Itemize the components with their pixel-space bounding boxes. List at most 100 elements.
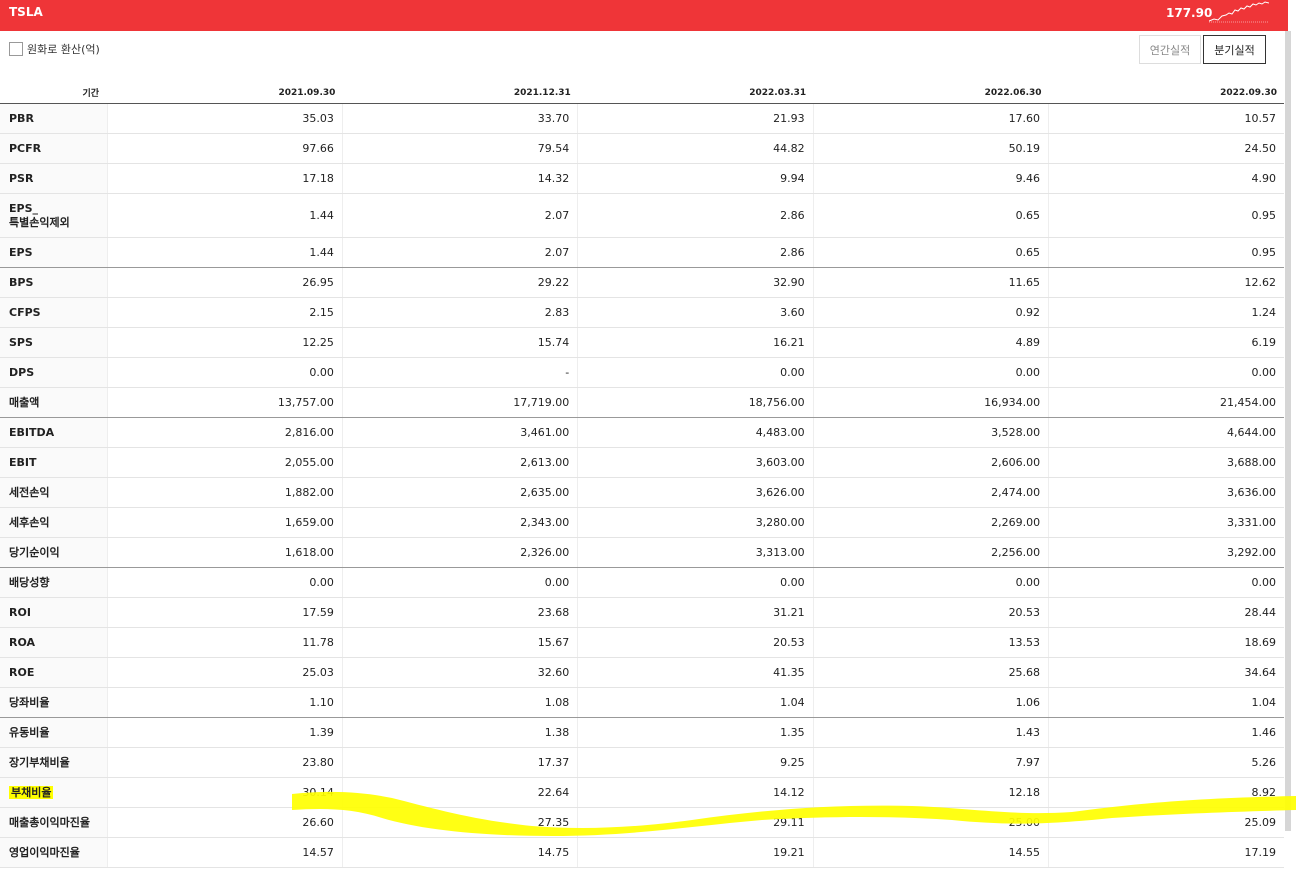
table-row: PBR 35.03 33.70 21.93 17.60 10.57 xyxy=(0,103,1284,134)
value-cell: 17.18 xyxy=(106,163,343,194)
value-cell: 30.14 xyxy=(106,777,343,808)
row-label-text: SPS xyxy=(9,335,33,349)
value-cell: 0.92 xyxy=(812,297,1049,328)
current-price: 177.90 xyxy=(1166,6,1213,20)
value-cell: 0.00 xyxy=(341,567,578,598)
value-cell: 1,618.00 xyxy=(106,537,343,568)
krw-convert-option[interactable]: 원화로 환산(억) xyxy=(9,41,100,57)
value-cell: 12.62 xyxy=(1048,267,1284,298)
table-row: EPS_ 특별손익제외 1.44 2.07 2.86 0.65 0.95 xyxy=(0,193,1284,238)
row-label-text: ROA xyxy=(9,635,36,649)
value-cell: 1.08 xyxy=(341,687,578,718)
row-label-text: ROI xyxy=(9,605,31,619)
value-cell: 23.80 xyxy=(106,747,343,778)
value-cell: 1,882.00 xyxy=(106,477,343,508)
row-label: ROI xyxy=(0,597,107,628)
table-row: PCFR 97.66 79.54 44.82 50.19 24.50 xyxy=(0,133,1284,164)
value-cell: 27.35 xyxy=(341,807,578,838)
value-cell: 25.03 xyxy=(106,657,343,688)
ticker-symbol[interactable]: TSLA xyxy=(9,5,43,19)
value-cell: 17.37 xyxy=(341,747,578,778)
value-cell: 29.11 xyxy=(577,807,814,838)
value-cell: 0.65 xyxy=(812,237,1049,268)
value-cell: 19.21 xyxy=(577,837,814,868)
value-cell: 15.74 xyxy=(341,327,578,358)
value-cell: 4,483.00 xyxy=(577,417,814,448)
ticker-header-bar: TSLA 177.90 xyxy=(0,0,1288,31)
period-header: 기간 xyxy=(0,82,107,104)
row-label: 영업이익마진율 xyxy=(0,837,107,868)
vertical-scrollbar[interactable] xyxy=(1284,31,1296,876)
row-label: 세전손익 xyxy=(0,477,107,508)
row-label: ROE xyxy=(0,657,107,688)
row-label: PBR xyxy=(0,103,107,134)
row-label-text: PBR xyxy=(9,111,34,125)
value-cell: 79.54 xyxy=(341,133,578,164)
krw-convert-checkbox[interactable] xyxy=(9,42,23,56)
row-label: EPS_ 특별손익제외 xyxy=(0,193,107,238)
row-label: EBITDA xyxy=(0,417,107,448)
value-cell: 20.53 xyxy=(812,597,1049,628)
value-cell: 2,606.00 xyxy=(812,447,1049,478)
value-cell: 3,626.00 xyxy=(577,477,814,508)
row-label: ROA xyxy=(0,627,107,658)
row-label-text: BPS xyxy=(9,275,34,289)
value-cell: 22.64 xyxy=(341,777,578,808)
value-cell: 26.60 xyxy=(106,807,343,838)
value-cell: 6.19 xyxy=(1048,327,1284,358)
value-cell: 1.43 xyxy=(812,717,1049,748)
value-cell: 4,644.00 xyxy=(1048,417,1284,448)
value-cell: 9.94 xyxy=(577,163,814,194)
value-cell: 14.32 xyxy=(341,163,578,194)
value-cell: 35.03 xyxy=(106,103,343,134)
row-label: DPS xyxy=(0,357,107,388)
value-cell: 5.26 xyxy=(1048,747,1284,778)
value-cell: 50.19 xyxy=(812,133,1049,164)
value-cell: 1.10 xyxy=(106,687,343,718)
value-cell: 3,688.00 xyxy=(1048,447,1284,478)
value-cell: 12.18 xyxy=(812,777,1049,808)
value-cell: 15.67 xyxy=(341,627,578,658)
period-column-header: 2021.09.30 xyxy=(107,82,343,104)
value-cell: 0.00 xyxy=(812,567,1049,598)
row-label: 장기부채비율 xyxy=(0,747,107,778)
value-cell: 23.68 xyxy=(341,597,578,628)
row-label: EBIT xyxy=(0,447,107,478)
row-label-text: EPS xyxy=(9,245,33,259)
table-row: 유동비율 1.39 1.38 1.35 1.43 1.46 xyxy=(0,717,1284,748)
value-cell: 0.95 xyxy=(1048,237,1284,268)
value-cell: 24.50 xyxy=(1048,133,1284,164)
row-label-text: 부채비율 xyxy=(9,785,54,799)
value-cell: 8.92 xyxy=(1048,777,1284,808)
table-row: 배당성향 0.00 0.00 0.00 0.00 0.00 xyxy=(0,567,1284,598)
row-label-text: ROE xyxy=(9,665,35,679)
table-row: 영업이익마진율 14.57 14.75 19.21 14.55 17.19 xyxy=(0,837,1284,868)
row-label: SPS xyxy=(0,327,107,358)
annual-results-button[interactable]: 연간실적 xyxy=(1139,35,1201,64)
table-row: 매출액 13,757.00 17,719.00 18,756.00 16,934.00 2… xyxy=(0,387,1284,418)
table-row: ROE 25.03 32.60 41.35 25.68 34.64 xyxy=(0,657,1284,688)
value-cell: 3,603.00 xyxy=(577,447,814,478)
row-label: 매출총이익마진율 xyxy=(0,807,107,838)
value-cell: 25.09 xyxy=(1048,807,1284,838)
quarterly-results-button[interactable]: 분기실적 xyxy=(1203,35,1266,64)
period-column-header: 2022.03.31 xyxy=(577,82,814,104)
value-cell: 0.00 xyxy=(1048,357,1284,388)
value-cell: 1.04 xyxy=(1048,687,1284,718)
table-row: 세후손익 1,659.00 2,343.00 3,280.00 2,269.00 3,33… xyxy=(0,507,1284,538)
table-row: 매출총이익마진율 26.60 27.35 29.11 25.00 25.09 xyxy=(0,807,1284,838)
value-cell: 1.04 xyxy=(577,687,814,718)
table-row: 당기순이익 1,618.00 2,326.00 3,313.00 2,256.00 3,2… xyxy=(0,537,1284,568)
value-cell: 0.00 xyxy=(1048,567,1284,598)
value-cell: - xyxy=(341,357,578,388)
scrollbar-thumb[interactable] xyxy=(1285,31,1291,831)
value-cell: 1.06 xyxy=(812,687,1049,718)
value-cell: 33.70 xyxy=(341,103,578,134)
value-cell: 0.00 xyxy=(106,567,343,598)
table-row: DPS 0.00-0.00 0.00 0.00 xyxy=(0,357,1284,388)
table-row: 당좌비율 1.10 1.08 1.04 1.06 1.04 xyxy=(0,687,1284,718)
value-cell: 14.57 xyxy=(106,837,343,868)
value-cell: 0.00 xyxy=(577,357,814,388)
row-label-text: DPS xyxy=(9,365,35,379)
row-label-text: 매출총이익마진율 xyxy=(9,815,90,829)
